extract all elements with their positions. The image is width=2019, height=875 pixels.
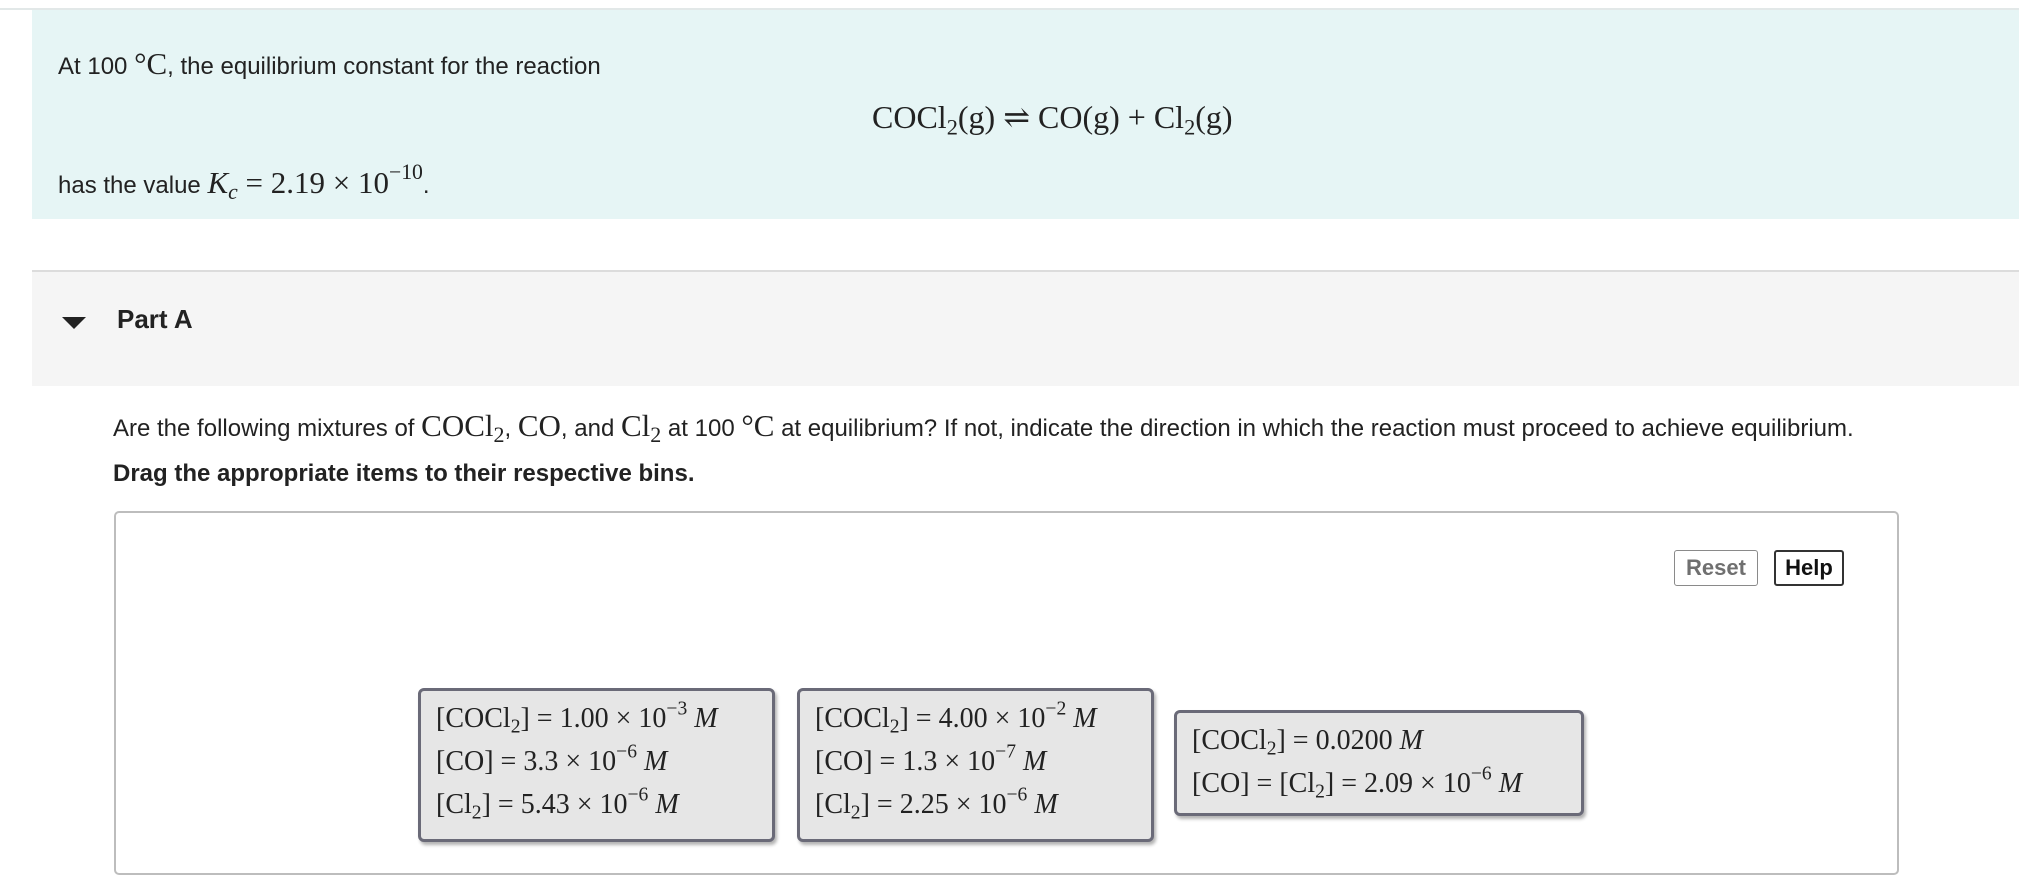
part-a-header[interactable]: Part A bbox=[32, 272, 2019, 386]
draggable-item[interactable]: [COCl2] = 4.00 × 10−2 M [CO] = 1.3 × 10−… bbox=[797, 688, 1154, 842]
species-co: CO bbox=[517, 408, 561, 443]
intro-text: has the value bbox=[58, 172, 208, 199]
kc-value: Kc = 2.19 × 10−10 bbox=[207, 161, 422, 203]
item-text: [CO] = [Cl bbox=[1192, 768, 1316, 799]
item-sub: 2 bbox=[850, 802, 861, 824]
eq-reactant-state: (g) bbox=[957, 99, 996, 135]
item-unit: M bbox=[644, 746, 668, 777]
species-cl2: Cl bbox=[620, 408, 651, 443]
equilibrium-arrow: ⇌ bbox=[1003, 99, 1031, 135]
temperature-unit: °C bbox=[741, 408, 775, 443]
item-text: ] = 2.09 × 10 bbox=[1324, 768, 1471, 799]
item-text: [Cl bbox=[436, 789, 472, 820]
question-text: Are the following mixtures of COCl2, CO,… bbox=[113, 408, 1854, 448]
eq-product-1: CO(g) bbox=[1038, 99, 1120, 135]
concentration-row: [COCl2] = 4.00 × 10−2 M bbox=[815, 697, 1151, 740]
item-sub: 2 bbox=[510, 716, 521, 738]
concentration-row: [Cl2] = 2.25 × 10−6 M bbox=[815, 783, 1151, 826]
kc-symbol: K bbox=[207, 165, 229, 200]
collapse-caret-icon[interactable] bbox=[62, 317, 86, 329]
item-unit: M bbox=[1073, 703, 1097, 734]
item-text: ] = 0.0200 bbox=[1276, 725, 1400, 756]
eq-product-2-state: (g) bbox=[1195, 99, 1233, 135]
item-text: ] = 5.43 × 10 bbox=[481, 789, 628, 820]
eq-reactant: COCl bbox=[872, 99, 947, 135]
item-unit: M bbox=[655, 789, 679, 820]
item-text: [CO] = 3.3 × 10 bbox=[436, 746, 617, 777]
item-unit: M bbox=[694, 703, 718, 734]
concentration-row: [COCl2] = 1.00 × 10−3 M bbox=[436, 697, 772, 740]
species-cocl2-sub: 2 bbox=[493, 422, 505, 447]
concentration-row: [CO] = 1.3 × 10−7 M bbox=[815, 740, 1151, 783]
question-text-part: at equilibrium? If not, indicate the dir… bbox=[774, 415, 1854, 442]
item-sup: −6 bbox=[627, 784, 649, 806]
item-sup: −2 bbox=[1045, 698, 1067, 720]
item-sup: −6 bbox=[1470, 763, 1492, 785]
kc-equals: = 2.19 × 10 bbox=[237, 165, 389, 200]
eq-reactant-sub: 2 bbox=[946, 114, 958, 140]
intro-text: . bbox=[422, 172, 430, 199]
item-sub: 2 bbox=[471, 802, 482, 824]
drag-drop-panel: Reset Help [COCl2] = 1.00 × 10−3 M [CO] … bbox=[114, 511, 1899, 875]
item-text: ] = 2.25 × 10 bbox=[860, 789, 1007, 820]
draggable-item[interactable]: [COCl2] = 0.0200 M [CO] = [Cl2] = 2.09 ×… bbox=[1174, 710, 1584, 816]
item-sub: 2 bbox=[889, 716, 900, 738]
intro-text: At 100 bbox=[58, 53, 135, 80]
eq-product-2: Cl bbox=[1153, 99, 1185, 135]
intro-line-1: At 100 °C, the equilibrium constant for … bbox=[58, 46, 601, 82]
question-text-part: Are the following mixtures of bbox=[113, 415, 422, 442]
species-cl2-sub: 2 bbox=[650, 422, 662, 447]
item-sup: −6 bbox=[1006, 784, 1028, 806]
eq-product-2-sub: 2 bbox=[1184, 114, 1196, 140]
item-sup: −7 bbox=[995, 741, 1016, 763]
item-unit: M bbox=[1034, 789, 1058, 820]
part-title: Part A bbox=[117, 304, 193, 334]
item-text: ] = 1.00 × 10 bbox=[520, 703, 667, 734]
item-text: ] = 4.00 × 10 bbox=[899, 703, 1046, 734]
concentration-row: [CO] = [Cl2] = 2.09 × 10−6 M bbox=[1192, 762, 1581, 805]
problem-intro: At 100 °C, the equilibrium constant for … bbox=[32, 10, 2019, 219]
item-text: [Cl bbox=[815, 789, 851, 820]
concentration-row: [COCl2] = 0.0200 M bbox=[1192, 719, 1581, 762]
item-sub: 2 bbox=[1266, 738, 1277, 760]
draggable-item[interactable]: [COCl2] = 1.00 × 10−3 M [CO] = 3.3 × 10−… bbox=[418, 688, 775, 842]
drag-instruction: Drag the appropriate items to their resp… bbox=[113, 460, 695, 487]
kc-exponent: −10 bbox=[388, 159, 423, 184]
question-text-part: , bbox=[504, 415, 518, 442]
reaction-equation: COCl2(g) ⇌ CO(g) + Cl2(g) bbox=[872, 98, 1233, 140]
item-text: [CO] = 1.3 × 10 bbox=[815, 746, 996, 777]
item-unit: M bbox=[1399, 725, 1423, 756]
concentration-row: [CO] = 3.3 × 10−6 M bbox=[436, 740, 772, 783]
eq-plus: + bbox=[1127, 99, 1146, 135]
kc-subscript: c bbox=[228, 180, 238, 205]
item-sup: −3 bbox=[666, 698, 688, 720]
intro-text: , the equilibrium constant for the react… bbox=[167, 53, 601, 80]
item-text: [COCl bbox=[436, 703, 511, 734]
question-text-part: , and bbox=[560, 415, 621, 442]
help-button[interactable]: Help bbox=[1774, 550, 1844, 586]
item-unit: M bbox=[1023, 746, 1047, 777]
species-cocl2: COCl bbox=[421, 408, 494, 443]
item-sup: −6 bbox=[616, 741, 637, 763]
item-sub: 2 bbox=[1315, 781, 1325, 803]
temperature-unit: °C bbox=[134, 46, 168, 81]
concentration-row: [Cl2] = 5.43 × 10−6 M bbox=[436, 783, 772, 826]
question-text-part: at 100 bbox=[661, 415, 742, 442]
item-text: [COCl bbox=[815, 703, 890, 734]
item-unit: M bbox=[1498, 768, 1523, 799]
reset-button[interactable]: Reset bbox=[1674, 550, 1758, 586]
intro-line-3: has the value Kc = 2.19 × 10−10. bbox=[58, 161, 430, 203]
item-text: [COCl bbox=[1192, 725, 1267, 756]
